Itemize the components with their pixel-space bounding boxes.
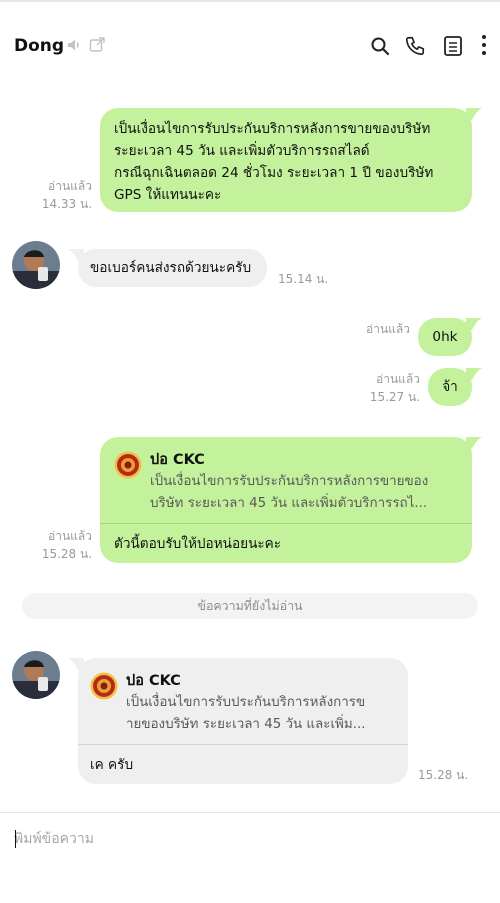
message-time: 15.28 น.	[418, 768, 469, 782]
message-time: 15.28 น.	[41, 547, 92, 561]
bubble-tail	[466, 368, 482, 380]
composer-border	[0, 812, 500, 813]
quoted-text-line: ายของบริษัท ระยะเวลา 45 วัน และเพิ่ม...	[126, 717, 366, 732]
quoted-text-line: เป็นเงื่อนไขการรับประกันบริการหลังการข	[126, 695, 366, 710]
sent-reply-bubble[interactable]: ปอ CKC เป็นเงื่อนไขการรับประกันบริการหลั…	[100, 437, 472, 563]
text-caret	[15, 830, 16, 848]
message-text-line: GPS ให้แทนนะคะ	[114, 187, 222, 203]
more-icon[interactable]	[481, 34, 487, 56]
message-time: 14.33 น.	[41, 197, 92, 211]
sent-message-bubble[interactable]: 0hk	[418, 318, 472, 356]
message-text-line: กรณีฉุกเฉินตลอด 24 ชั่วโมง ระยะเวลา 1 ปี…	[114, 165, 434, 181]
call-icon[interactable]	[404, 35, 426, 57]
read-receipt: อ่านแล้ว	[48, 179, 92, 193]
quoted-text-line: บริษัท ระยะเวลา 45 วัน และเพิ่มตัวบริการ…	[150, 496, 428, 511]
avatar[interactable]	[12, 651, 60, 699]
popout-icon[interactable]	[89, 36, 106, 53]
quoted-avatar-icon	[90, 672, 118, 700]
quoted-message[interactable]: ปอ CKC เป็นเงื่อนไขการรับประกันบริการหลั…	[100, 437, 472, 523]
message-text-line: ระยะเวลา 45 วัน และเพิ่มตัวบริการรถสไลด์	[114, 143, 370, 159]
quote-divider	[100, 523, 472, 524]
notes-icon[interactable]	[443, 35, 463, 57]
bubble-tail	[466, 437, 482, 449]
message-input[interactable]	[14, 824, 484, 854]
chat-header: Dong	[0, 20, 500, 70]
chat-title[interactable]: Dong	[14, 36, 64, 56]
quote-divider	[78, 744, 408, 745]
sent-message-bubble[interactable]: เป็นเงื่อนไขการรับประกันบริการหลังการขาย…	[100, 108, 472, 212]
received-reply-bubble[interactable]: ปอ CKC เป็นเงื่อนไขการรับประกันบริการหลั…	[78, 658, 408, 784]
bubble-tail	[466, 318, 482, 330]
top-border	[0, 0, 500, 2]
reply-text: เค ครับ	[90, 757, 134, 773]
quoted-text-line: เป็นเงื่อนไขการรับประกันบริการหลังการขาย…	[150, 474, 429, 489]
message-time: 15.27 น.	[369, 390, 420, 404]
read-receipt: อ่านแล้ว	[48, 529, 92, 543]
avatar[interactable]	[12, 241, 60, 289]
quoted-avatar-icon	[114, 451, 142, 479]
message-time: 15.14 น.	[278, 272, 329, 286]
read-receipt: อ่านแล้ว	[376, 372, 420, 386]
search-icon[interactable]	[370, 36, 390, 56]
unread-divider: ข้อความที่ยังไม่อ่าน	[22, 593, 478, 619]
quoted-text: เป็นเงื่อนไขการรับประกันบริการหลังการขาย…	[150, 471, 458, 515]
speaker-mute-icon[interactable]	[66, 37, 82, 53]
quoted-message[interactable]: ปอ CKC เป็นเงื่อนไขการรับประกันบริการหลั…	[78, 658, 408, 744]
reply-text: ตัวนี้ตอบรับให้ปอหน่อยนะคะ	[114, 536, 282, 552]
quoted-text: เป็นเงื่อนไขการรับประกันบริการหลังการข า…	[126, 692, 394, 736]
quoted-sender-name: ปอ CKC	[150, 452, 205, 468]
received-message-bubble[interactable]: ขอเบอร์คนส่งรถด้วยนะครับ	[78, 249, 267, 287]
quoted-sender-name: ปอ CKC	[126, 673, 181, 689]
message-text-line: เป็นเงื่อนไขการรับประกันบริการหลังการขาย…	[114, 121, 431, 137]
bubble-tail	[466, 108, 482, 120]
read-receipt: อ่านแล้ว	[366, 322, 410, 336]
